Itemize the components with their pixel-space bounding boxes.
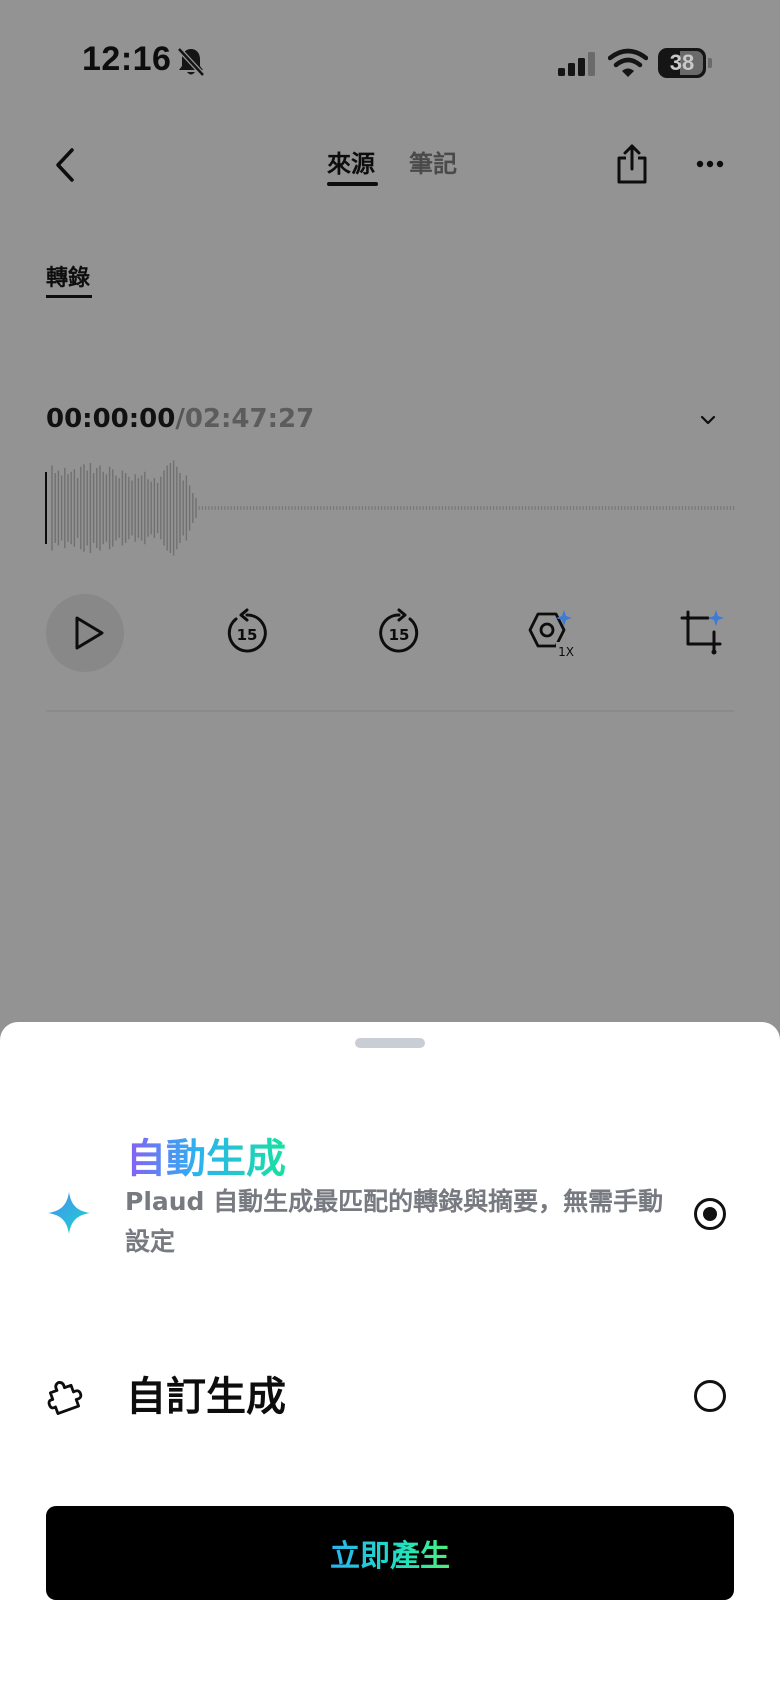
- time-separator: /: [175, 404, 185, 434]
- play-button[interactable]: [46, 594, 124, 672]
- sparkle-icon: [48, 1192, 90, 1234]
- play-icon: [75, 616, 104, 650]
- auto-generate-radio[interactable]: [694, 1198, 726, 1230]
- top-nav: 來源 筆記: [0, 130, 780, 200]
- audio-waveform[interactable]: [44, 458, 736, 558]
- playback-speed-icon[interactable]: 1X: [526, 608, 576, 658]
- section-divider: [46, 710, 734, 712]
- generate-options-sheet: 自動生成 Plaud 自動生成最匹配的轉錄與摘要，無需手動設定 自訂生成 立即產…: [0, 1022, 780, 1696]
- custom-generate-title: 自訂生成: [126, 1374, 286, 1420]
- player-controls: 15 15 1X: [0, 590, 780, 680]
- status-bar: 12:16 38: [0, 0, 780, 130]
- speed-label: 1X: [558, 645, 574, 658]
- battery-level: 38: [669, 50, 695, 75]
- cellular-signal-icon: [558, 52, 595, 76]
- option-auto-generate[interactable]: 自動生成 Plaud 自動生成最匹配的轉錄與摘要，無需手動設定: [0, 1122, 780, 1282]
- chevron-down-icon[interactable]: [696, 410, 720, 430]
- bell-slash-icon: [177, 47, 205, 77]
- active-tab-indicator: [327, 182, 378, 186]
- generate-now-label: 立即產生: [330, 1531, 450, 1575]
- custom-generate-radio[interactable]: [694, 1380, 726, 1412]
- skip-back-label: 15: [237, 626, 258, 644]
- sheet-grabber[interactable]: [355, 1038, 425, 1048]
- subtab-indicator: [46, 295, 92, 298]
- auto-generate-title: 自動生成: [126, 1126, 286, 1184]
- more-icon[interactable]: [690, 152, 730, 176]
- skip-forward-label: 15: [389, 626, 410, 644]
- tab-source[interactable]: 來源: [327, 144, 375, 179]
- puzzle-icon: [47, 1381, 83, 1415]
- share-icon[interactable]: [612, 142, 652, 186]
- crop-ai-icon[interactable]: [678, 608, 728, 658]
- back-chevron-icon[interactable]: [46, 142, 86, 188]
- auto-generate-description: Plaud 自動生成最匹配的轉錄與摘要，無需手動設定: [125, 1187, 664, 1256]
- current-time: 00:00:00: [46, 404, 176, 434]
- playback-timer: 00:00:00/02:47:27: [46, 404, 314, 434]
- wifi-icon: [608, 48, 648, 77]
- status-time: 12:16: [82, 40, 172, 78]
- tab-notes[interactable]: 筆記: [409, 144, 457, 179]
- battery-icon: 38: [658, 48, 712, 78]
- generate-now-button[interactable]: 立即產生: [46, 1506, 734, 1600]
- skip-back-15-icon[interactable]: 15: [222, 608, 272, 658]
- total-time: 02:47:27: [184, 404, 315, 434]
- skip-forward-15-icon[interactable]: 15: [374, 608, 424, 658]
- option-custom-generate[interactable]: 自訂生成: [0, 1352, 780, 1442]
- subtab-transcript[interactable]: 轉錄: [46, 260, 90, 292]
